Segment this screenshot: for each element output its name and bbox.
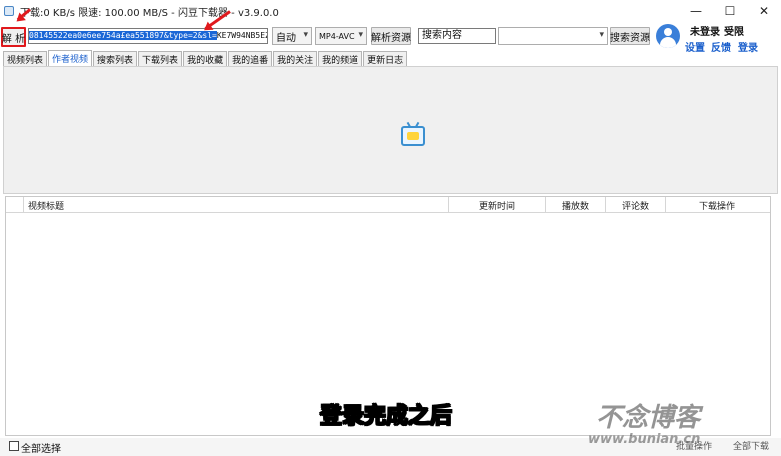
feedback-link[interactable]: 反馈: [711, 39, 731, 54]
column-download-action[interactable]: 下载操作: [666, 197, 768, 213]
tv-antenna-right: [414, 121, 420, 129]
tab-my-follows[interactable]: 我的关注: [273, 51, 318, 66]
tab-video-list[interactable]: 视频列表: [3, 51, 48, 66]
preview-area: [3, 66, 778, 194]
avatar-head: [664, 28, 672, 36]
column-video-title[interactable]: 视频标题: [24, 197, 449, 213]
chevron-down-icon: ▾: [358, 30, 363, 40]
tab-bar: 视频列表 作者视频 搜索列表 下载列表 我的收藏 我的追番 我的关注 我的频道 …: [3, 50, 408, 66]
window-title: 下载:0 KB/s 限速: 100.00 MB/S - 闪豆下载器 - v3.9…: [20, 7, 279, 19]
url-remaining-text: KE7W94NB5EZ5KE: [216, 31, 267, 40]
tv-antenna-left: [406, 121, 412, 129]
parse-button[interactable]: 解 析: [1, 27, 26, 47]
tab-author-videos[interactable]: 作者视频: [48, 50, 93, 66]
column-comment-count[interactable]: 评论数: [606, 197, 666, 213]
tv-icon: [401, 121, 425, 146]
login-link[interactable]: 登录: [738, 39, 758, 54]
format-value: MP4-AVC: [319, 31, 355, 41]
url-input[interactable]: 08145522ea0e6ee754a£ea551897&type=2&sl=K…: [28, 28, 268, 44]
column-update-time[interactable]: 更新时间: [449, 197, 546, 213]
permission-status: 受限: [724, 27, 744, 38]
search-dropdown[interactable]: ▾: [498, 27, 608, 45]
format-select[interactable]: MP4-AVC ▾: [315, 27, 367, 45]
app-icon: [4, 6, 14, 16]
tab-download-list[interactable]: 下载列表: [138, 51, 183, 66]
tv-screen: [407, 132, 419, 140]
title-bar: 下载:0 KB/s 限速: 100.00 MB/S - 闪豆下载器 - v3.9…: [0, 0, 781, 22]
search-input[interactable]: 搜索内容: [418, 28, 496, 44]
column-checkbox[interactable]: [6, 197, 24, 213]
login-status: 未登录: [690, 27, 720, 38]
select-all-label: 全部选择: [21, 444, 61, 455]
video-subtitle: 登录完成之后: [319, 404, 453, 430]
watermark-url: www.bunian.cn: [588, 432, 701, 447]
maximize-button[interactable]: ☐: [713, 0, 747, 22]
tab-my-favorites[interactable]: 我的收藏: [183, 51, 228, 66]
close-button[interactable]: ✕: [747, 0, 781, 22]
column-play-count[interactable]: 播放数: [546, 197, 606, 213]
watermark-logo: 不念博客: [596, 403, 701, 433]
tab-my-following-anime[interactable]: 我的追番: [228, 51, 273, 66]
parse-resource-button[interactable]: 解析资源: [371, 27, 411, 45]
quality-select[interactable]: 自动 ▾: [272, 27, 312, 45]
url-selected-text: 08145522ea0e6ee754a£ea551897&type=2&sl=: [29, 31, 217, 40]
select-all-checkbox[interactable]: [9, 441, 19, 451]
quality-value: 自动: [276, 32, 296, 44]
avatar-icon[interactable]: [656, 24, 680, 48]
search-resource-button[interactable]: 搜索资源: [610, 27, 650, 45]
download-all-button[interactable]: 全部下载: [733, 439, 769, 454]
window-controls: — ☐ ✕: [679, 0, 781, 22]
minimize-button[interactable]: —: [679, 0, 713, 22]
tab-changelog[interactable]: 更新日志: [363, 51, 408, 66]
tab-search-list[interactable]: 搜索列表: [93, 51, 138, 66]
avatar-body: [660, 37, 676, 48]
chevron-down-icon: ▾: [599, 30, 604, 40]
tab-my-channel[interactable]: 我的频道: [318, 51, 363, 66]
settings-link[interactable]: 设置: [685, 39, 705, 54]
chevron-down-icon: ▾: [303, 30, 308, 40]
table-header: 视频标题 更新时间 播放数 评论数 下载操作: [6, 197, 770, 213]
